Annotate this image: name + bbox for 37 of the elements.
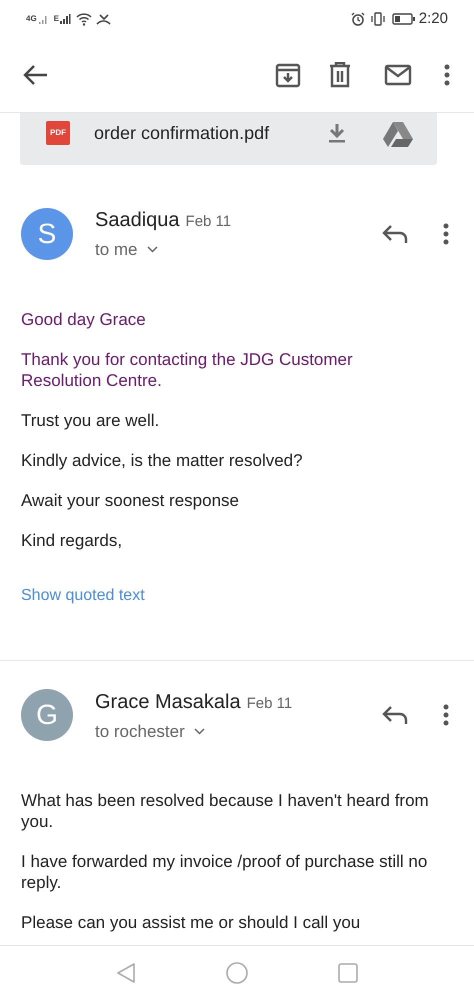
battery-icon <box>392 13 416 25</box>
recipients-dropdown[interactable]: to me <box>95 237 232 262</box>
sender-name: Saadiqua <box>95 208 180 233</box>
message-date: Feb 11 <box>186 212 232 232</box>
network-label: E <box>54 13 60 25</box>
pdf-file-icon: PDF <box>46 121 70 145</box>
attachment-card[interactable]: PDF order confirmation.pdf <box>20 113 437 165</box>
signal-icon <box>59 13 72 25</box>
message-paragraph: What has been resolved because I haven't heard from you. <box>21 790 429 832</box>
attachment-name: order confirmation.pdf <box>94 122 270 145</box>
clock-time: 2:20 <box>418 8 448 29</box>
show-quoted-text-link[interactable]: Show quoted text <box>21 584 145 608</box>
network-label: 4G <box>26 13 37 25</box>
alarm-icon <box>350 12 365 26</box>
more-options-icon <box>443 222 449 245</box>
message-paragraph: Kind regards, <box>21 530 124 550</box>
caret-icon <box>194 728 205 735</box>
message-paragraph: Thank you for contacting the JDG Customer Resolution Centre. <box>21 348 354 390</box>
message-paragraph: Kindly advice, is the matter resolved? <box>21 450 304 470</box>
message-paragraph: Please can you assist me or should I call you <box>21 912 362 933</box>
avatar: G <box>21 689 73 742</box>
vibrate-icon <box>370 12 386 26</box>
message-paragraph: Await your soonest response <box>21 490 240 510</box>
sender-name: Grace Masakala <box>95 690 241 714</box>
message-paragraph: Good day Grace <box>21 308 147 330</box>
message-date: Feb 11 <box>246 694 292 714</box>
wifi-icon <box>76 12 92 26</box>
more-options-icon <box>444 64 450 86</box>
more-options-icon <box>443 704 449 726</box>
missed-call-icon <box>96 12 112 26</box>
message-paragraph: Trust you are well. <box>21 410 160 430</box>
signal-icon <box>38 13 48 25</box>
avatar: S <box>21 208 73 260</box>
save-to-drive-button[interactable] <box>383 121 413 147</box>
recipients-dropdown[interactable]: to rochester <box>95 718 292 744</box>
caret-icon <box>146 246 158 254</box>
message-paragraph: I have forwarded my invoice /proof of purchase still no reply. <box>21 851 428 893</box>
